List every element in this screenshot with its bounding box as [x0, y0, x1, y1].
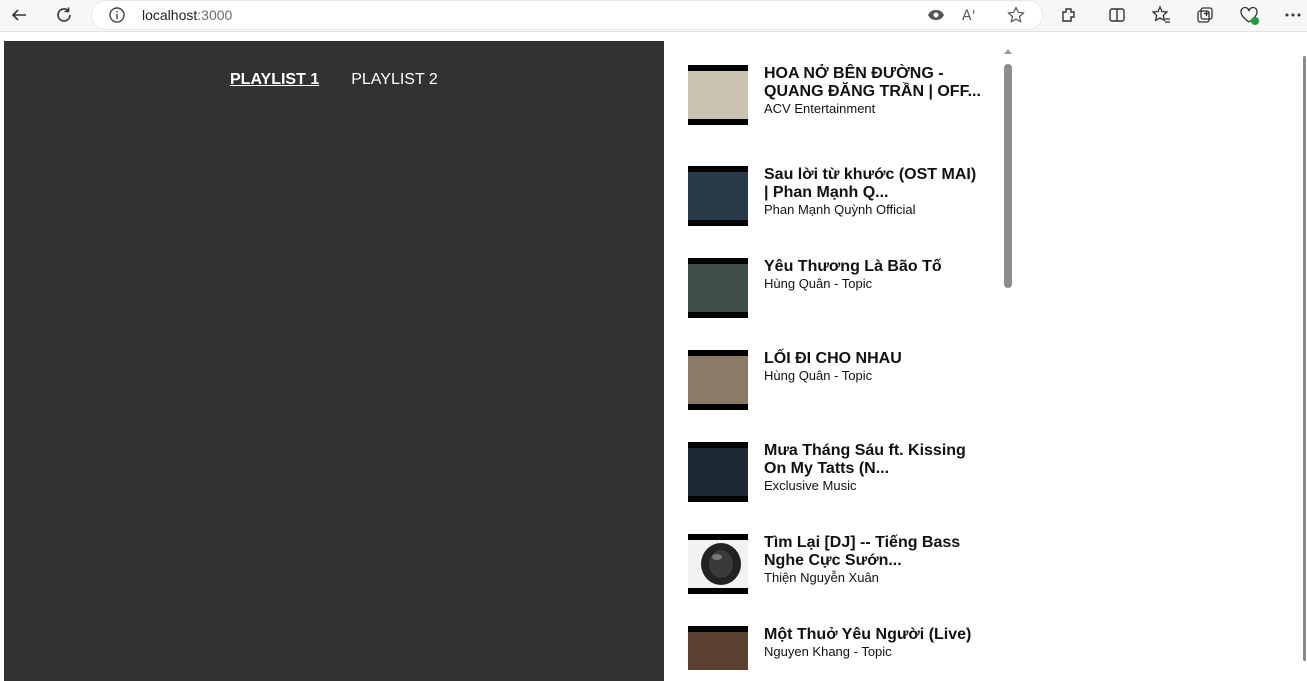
favorites-icon[interactable]	[1150, 4, 1172, 26]
svg-text:A: A	[962, 8, 972, 24]
video-thumbnail	[688, 350, 748, 410]
video-thumbnail	[688, 166, 748, 226]
speaker-image	[701, 543, 741, 585]
scroll-up-arrow-icon[interactable]	[1004, 49, 1012, 54]
playlist-tabs: PLAYLIST 1 PLAYLIST 2	[230, 71, 438, 89]
back-arrow-icon	[11, 9, 26, 21]
url-host: localhost	[142, 7, 198, 23]
more-menu-icon[interactable]	[1282, 4, 1304, 26]
url-text[interactable]: localhost:3000	[142, 7, 232, 23]
video-thumbnail	[688, 65, 748, 125]
playlist-list: HOA NỞ BÊN ĐƯỜNG - QUANG ĐĂNG TRẦN | OFF…	[688, 64, 998, 670]
channel-name: Nguyen Khang - Topic	[764, 644, 892, 659]
reload-icon	[57, 7, 71, 22]
video-title: Tìm Lại [DJ] -- Tiếng Bass Nghe Cực Sướn…	[764, 534, 961, 569]
channel-name: Hùng Quân - Topic	[764, 276, 873, 291]
playlist-item[interactable]: Mưa Tháng Sáu ft. Kissing On My Tatts (N…	[688, 442, 998, 502]
eye-icon[interactable]	[926, 5, 946, 25]
info-icon[interactable]	[108, 6, 126, 24]
favorite-star-icon[interactable]	[1006, 5, 1026, 25]
playlist-item[interactable]: Sau lời từ khước (OST MAI) | Phan Mạnh Q…	[688, 166, 998, 226]
browser-essentials-icon[interactable]	[1238, 4, 1260, 26]
playlist-item[interactable]: Một Thuở Yêu Người (Live) Nguyen Khang -…	[688, 626, 998, 670]
playlist-scrollbar[interactable]	[1000, 45, 1016, 670]
video-title: Mưa Tháng Sáu ft. Kissing On My Tatts (N…	[764, 442, 966, 477]
browser-toolbar: localhost:3000 A	[0, 0, 1307, 32]
tab-playlist-2[interactable]: PLAYLIST 2	[351, 71, 438, 89]
player-panel: PLAYLIST 1 PLAYLIST 2	[4, 41, 664, 681]
scroll-thumb[interactable]	[1004, 64, 1012, 288]
video-title: Yêu Thương Là Bão Tố	[764, 258, 942, 275]
extensions-icon[interactable]	[1058, 4, 1080, 26]
reload-button[interactable]	[51, 4, 77, 26]
playlist-item[interactable]: HOA NỞ BÊN ĐƯỜNG - QUANG ĐĂNG TRẦN | OFF…	[688, 65, 998, 125]
back-button[interactable]	[6, 4, 32, 26]
collections-icon[interactable]	[1194, 4, 1216, 26]
tab-playlist-1[interactable]: PLAYLIST 1	[230, 71, 319, 89]
playlist-item[interactable]: Yêu Thương Là Bão Tố Hùng Quân - Topic	[688, 258, 998, 318]
read-aloud-icon[interactable]: A	[960, 5, 980, 25]
playlist-item[interactable]: Tìm Lại [DJ] -- Tiếng Bass Nghe Cực Sướn…	[688, 534, 998, 594]
channel-name: Phan Mạnh Quỳnh Official	[764, 202, 916, 217]
video-title: LỐI ĐI CHO NHAU	[764, 350, 902, 367]
video-thumbnail	[688, 626, 748, 670]
channel-name: Thiện Nguyễn Xuân	[764, 570, 879, 585]
video-title: HOA NỞ BÊN ĐƯỜNG - QUANG ĐĂNG TRẦN | OFF…	[764, 65, 981, 100]
page-scrollbar[interactable]	[1301, 32, 1307, 670]
page-scroll-thumb[interactable]	[1303, 56, 1306, 661]
playlist-item[interactable]: LỐI ĐI CHO NHAU Hùng Quân - Topic	[688, 350, 998, 410]
video-thumbnail	[688, 258, 748, 318]
channel-name: ACV Entertainment	[764, 101, 876, 116]
video-thumbnail	[688, 534, 748, 594]
video-title: Một Thuở Yêu Người (Live)	[764, 626, 972, 643]
channel-name: Exclusive Music	[764, 478, 857, 493]
split-screen-icon[interactable]	[1106, 4, 1128, 26]
video-thumbnail	[688, 442, 748, 502]
address-bar[interactable]: localhost:3000 A	[92, 1, 1042, 29]
video-title: Sau lời từ khước (OST MAI) | Phan Mạnh Q…	[764, 166, 977, 201]
channel-name: Hùng Quân - Topic	[764, 368, 873, 383]
url-port: :3000	[197, 7, 233, 23]
page-content: PLAYLIST 1 PLAYLIST 2 HOA NỞ BÊN ĐƯỜNG -…	[0, 32, 1307, 681]
